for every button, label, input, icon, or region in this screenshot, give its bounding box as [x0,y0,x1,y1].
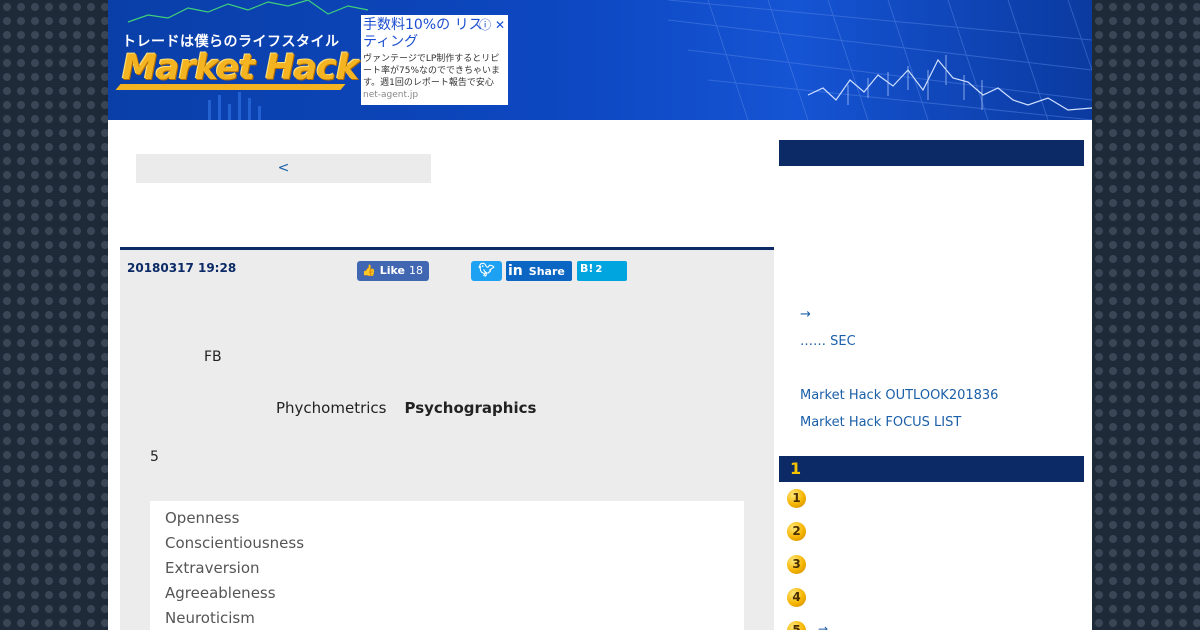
linkedin-label: Share [528,265,565,278]
trait-item: Neuroticism [165,609,255,627]
traits-box: Openness Conscientiousness Extraversion … [150,501,744,630]
facebook-like-button[interactable]: 👍 Like 18 [357,261,429,281]
fb-like-label: Like [379,264,405,277]
trait-item: Agreeableness [165,584,276,602]
sidebar-header [779,140,1084,166]
sidebar-link-arrow[interactable]: → [800,307,811,322]
article-body: FB Phychometrics Psychographics 5 Opennes… [120,285,774,630]
rank-medal-icon: 1 [787,489,806,508]
hatena-icon: B! [580,262,594,275]
page-container: トレードは僕らのライフスタイル Market Hack 手数料10%の リスティ… [108,0,1092,630]
article-text-fb: FB [204,349,222,365]
linkedin-share-button[interactable]: in Share [506,261,572,281]
fb-like-count: 18 [408,264,423,277]
hatena-count: 2 [595,264,603,275]
site-logo[interactable]: Market Hack [122,48,359,88]
rank-medal-icon: 5 [787,621,806,630]
ad-source[interactable]: net-agent.jp [363,90,418,100]
rank-medal-icon: 3 [787,555,806,574]
header-ad[interactable]: 手数料10%の リスティング ⓘ ✕ ヴァンテージでLP制作するとリピート率が7… [361,15,508,105]
ad-body: ヴァンテージでLP制作するとリピート率が75%なのでできちゃいます。週1回のレポ… [363,53,506,101]
term-psychographics: Psychographics [404,399,537,417]
linkedin-icon: in [508,263,523,279]
ad-body-text: ヴァンテージでLP制作するとリピート率が75%なのでできちゃいます。週1回のレポ… [363,54,501,88]
rank-medal-icon: 2 [787,522,806,541]
ranking-header: 1 [779,456,1084,482]
article-text-five: 5 [150,449,159,465]
post-date: 20180317 19:28 [127,261,237,275]
rank-medal-icon: 4 [787,588,806,607]
twitter-bird-icon: 🐦︎ [478,263,495,278]
sidebar-link-sec[interactable]: …… SEC [800,334,856,349]
ranking-title: 1 [790,459,802,478]
hatena-bookmark-button[interactable]: B! 2 [577,261,627,281]
sidebar-link-outlook[interactable]: Market Hack OUTLOOK201836 [800,388,998,403]
article-text-psy: Phychometrics Psychographics [276,399,536,417]
term-phychometrics: Phychometrics [276,399,387,417]
thumbs-up-icon: 👍 [362,264,376,277]
trait-item: Conscientiousness [165,534,305,552]
trait-item: Openness [165,509,240,527]
ad-choices-close-icon[interactable]: ⓘ ✕ [479,16,505,33]
article-meta-bar: 20180317 19:28 👍 Like 18 🐦︎ in Share B! 2 [120,247,774,288]
green-chart-line [127,0,369,23]
trait-item: Extraversion [165,559,260,577]
sidebar-link-focus-list[interactable]: Market Hack FOCUS LIST [800,415,961,430]
twitter-share-button[interactable]: 🐦︎ [471,261,502,281]
rank-5-link[interactable]: → [818,622,828,630]
prev-article-link[interactable]: < [136,154,431,183]
ad-title[interactable]: 手数料10%の リスティング [363,17,483,51]
site-header: トレードは僕らのライフスタイル Market Hack 手数料10%の リスティ… [108,0,1092,120]
